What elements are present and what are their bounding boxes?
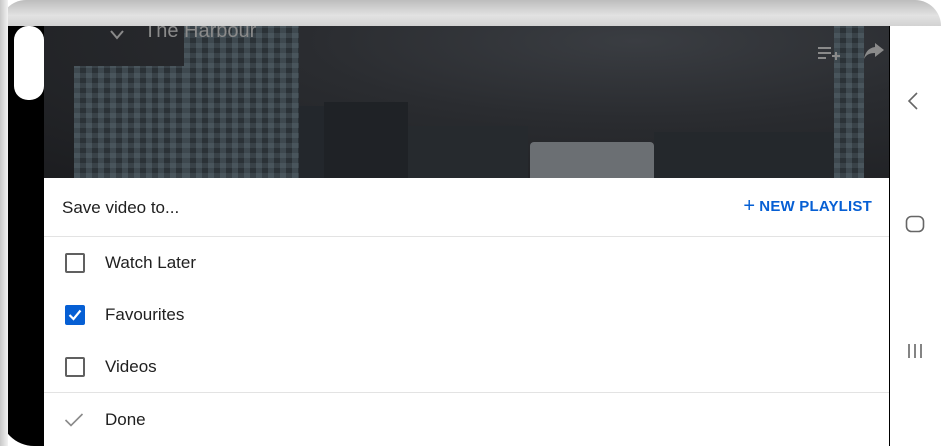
done-button[interactable]: Done bbox=[44, 392, 889, 447]
playlist-item-videos[interactable]: Videos bbox=[44, 341, 889, 393]
video-building bbox=[654, 132, 854, 178]
playlist-item-watch-later[interactable]: Watch Later bbox=[44, 237, 889, 289]
save-to-playlist-sheet: Save video to... + NEW PLAYLIST Watch La… bbox=[44, 178, 889, 446]
video-building bbox=[530, 142, 654, 178]
system-nav-bar bbox=[890, 26, 941, 446]
home-icon[interactable] bbox=[905, 215, 925, 233]
add-to-queue-icon[interactable] bbox=[817, 46, 841, 60]
check-icon bbox=[64, 413, 84, 427]
sheet-title: Save video to... bbox=[62, 198, 180, 217]
video-player[interactable]: The Harbour bbox=[44, 26, 889, 178]
chevron-down-icon[interactable] bbox=[110, 30, 124, 40]
video-building bbox=[408, 126, 528, 178]
checkbox-checked[interactable] bbox=[65, 305, 85, 325]
back-icon[interactable] bbox=[907, 92, 919, 110]
new-playlist-button[interactable]: + NEW PLAYLIST bbox=[743, 195, 872, 217]
device-frame-left bbox=[0, 0, 8, 446]
video-title: The Harbour bbox=[144, 26, 257, 42]
side-handle bbox=[14, 26, 44, 100]
playlist-item-label: Videos bbox=[105, 357, 157, 376]
checkbox-unchecked[interactable] bbox=[65, 253, 85, 273]
new-playlist-label: NEW PLAYLIST bbox=[759, 198, 872, 215]
video-building bbox=[74, 66, 184, 178]
recents-icon[interactable] bbox=[906, 342, 924, 360]
checkbox-unchecked[interactable] bbox=[65, 357, 85, 377]
check-icon bbox=[68, 309, 82, 321]
share-icon[interactable] bbox=[863, 42, 885, 60]
video-building bbox=[324, 102, 408, 178]
plus-icon: + bbox=[743, 195, 756, 217]
video-building bbox=[184, 26, 299, 178]
device-frame-top bbox=[0, 0, 941, 26]
playlist-item-label: Favourites bbox=[105, 305, 185, 324]
playlist-item-label: Watch Later bbox=[105, 253, 197, 272]
done-label: Done bbox=[105, 410, 146, 429]
playlist-item-favourites[interactable]: Favourites bbox=[44, 289, 889, 341]
sheet-header: Save video to... + NEW PLAYLIST bbox=[44, 178, 889, 237]
